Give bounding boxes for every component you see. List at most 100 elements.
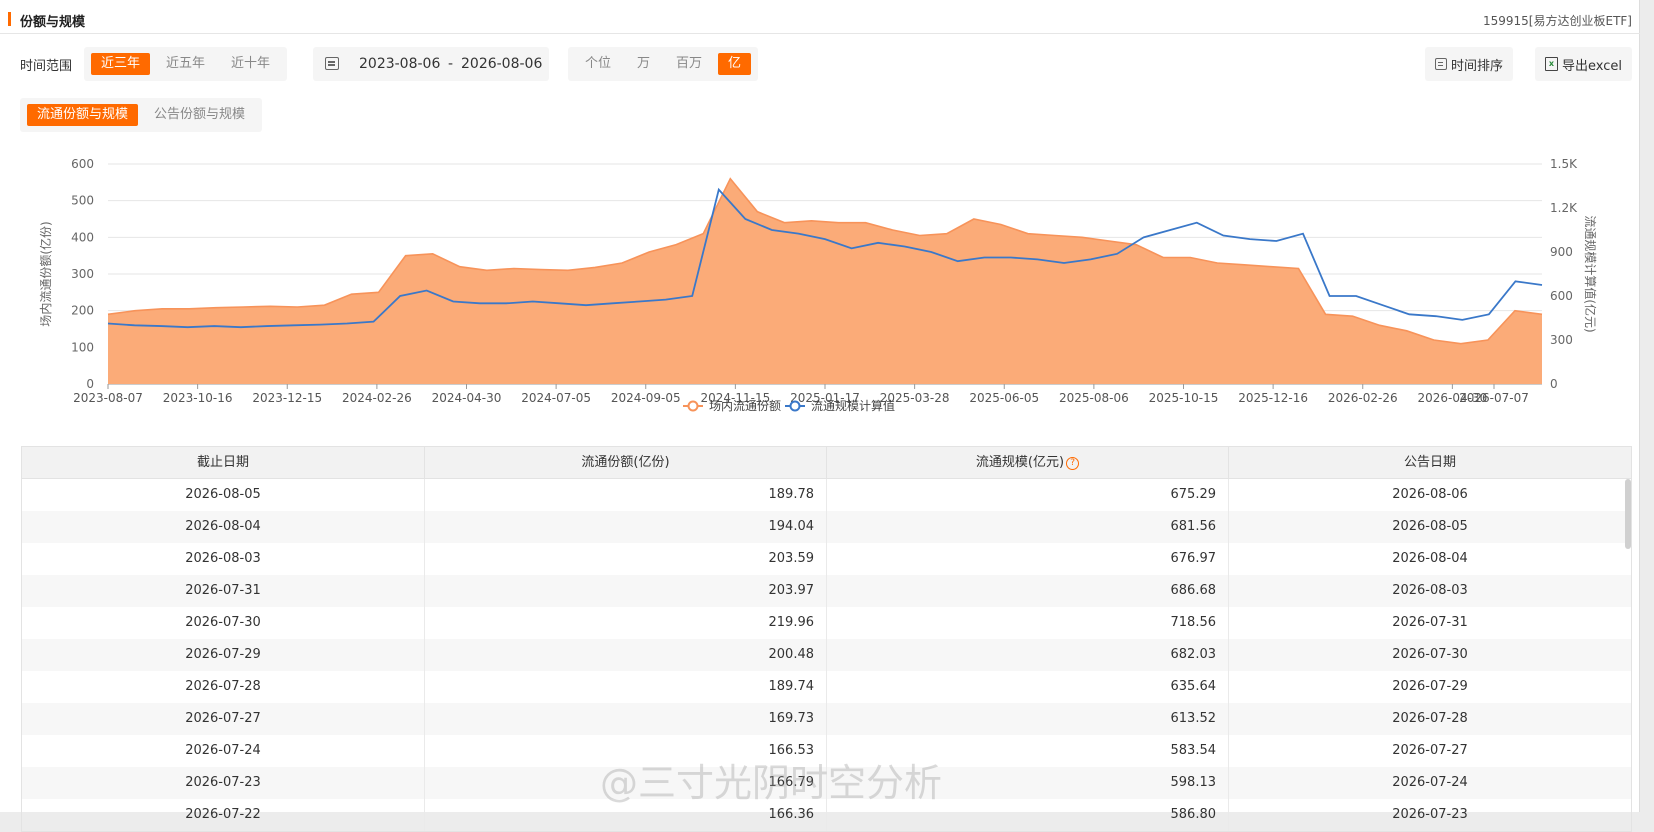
y-tick-right: 0 (1550, 377, 1558, 391)
cell-announce-date: 2026-07-24 (1392, 775, 1468, 790)
time-sort-button[interactable]: 时间排序 (1425, 47, 1514, 81)
panel-title: 份额与规模 (20, 15, 86, 30)
range-option-10y[interactable]: 近十年 (221, 53, 280, 75)
x-tick-label: 2025-12-16 (1238, 391, 1308, 405)
table-row[interactable]: 2026-07-30 219.96 718.56 2026-07-31 (22, 607, 1631, 639)
cell-end-date: 2026-08-05 (22, 479, 425, 511)
unit-option-ones[interactable]: 个位 (575, 53, 621, 75)
y-tick-left: 300 (71, 267, 94, 281)
cell-announce-date: 2026-07-27 (1392, 743, 1468, 758)
date-start: 2023-08-06 (359, 56, 441, 72)
x-tick-label: 2025-08-06 (1059, 391, 1129, 405)
header-accent-bar (8, 12, 11, 26)
cell-announce-date: 2026-07-30 (1392, 647, 1468, 662)
table-row[interactable]: 2026-08-03 203.59 676.97 2026-08-04 (22, 543, 1631, 575)
unit-option-yi[interactable]: 亿 (718, 53, 752, 75)
cell-announce-date: 2026-08-03 (1392, 583, 1468, 598)
panel-header: 份额与规模 159915[易方达创业板ETF] (0, 4, 1640, 34)
cell-end-date: 2026-07-31 (22, 575, 425, 607)
date-range-picker[interactable]: 2023-08-06 - 2026-08-06 (313, 47, 549, 81)
table-row[interactable]: 2026-07-31 203.97 686.68 2026-08-03 (22, 575, 1631, 607)
table-row[interactable]: 2026-07-27 169.73 613.52 2026-07-28 (22, 703, 1631, 735)
y-tick-left: 0 (86, 377, 94, 391)
chart-series (107, 177, 1543, 384)
x-tick-label: 2024-07-05 (521, 391, 591, 405)
cell-scale: 681.56 (827, 511, 1229, 543)
chart-legend: 场内流通份额 流通规模计算值 (683, 398, 895, 413)
col-scale[interactable]: 流通规模(亿元)? (827, 447, 1229, 478)
export-excel-button[interactable]: x 导出excel (1535, 47, 1632, 81)
cell-share: 203.97 (425, 575, 827, 607)
table-header: 截止日期 流通份额(亿份) 流通规模(亿元)? 公告日期 (22, 447, 1631, 479)
x-tick-label: 2024-04-30 (432, 391, 502, 405)
tab-announced[interactable]: 公告份额与规模 (144, 104, 255, 126)
y-tick-left: 400 (71, 230, 94, 244)
cell-share: 200.48 (425, 639, 827, 671)
calendar-icon (325, 57, 339, 70)
col-scale-label: 流通规模(亿元) (975, 455, 1065, 470)
x-tick-label: 2026-07-07 (1459, 391, 1529, 405)
y-tick-right: 1.2K (1550, 201, 1578, 215)
cell-share: 189.78 (425, 479, 827, 511)
time-sort-label: 时间排序 (1451, 58, 1504, 74)
unit-group: 个位 万 百万 亿 (568, 47, 759, 81)
legend-scale-label: 流通规模计算值 (811, 398, 895, 413)
x-axis: 2023-08-07 2023-10-16 2023-12-15 2024-02-26… (73, 383, 1542, 405)
y-tick-left: 600 (71, 157, 94, 171)
cell-end-date: 2026-07-28 (22, 671, 425, 703)
cell-announce-date: 2026-07-31 (1392, 615, 1468, 630)
cell-share: 203.59 (425, 543, 827, 575)
share-scale-panel: 份额与规模 159915[易方达创业板ETF] 时间范围 近三年 近五年 近十年… (0, 0, 1640, 832)
cell-announce-date: 2026-07-29 (1392, 679, 1468, 694)
x-tick-label: 2026-02-26 (1328, 391, 1398, 405)
cell-share: 189.74 (425, 671, 827, 703)
range-option-5y[interactable]: 近五年 (156, 53, 215, 75)
cell-announce-date: 2026-08-06 (1392, 487, 1468, 502)
cell-end-date: 2026-07-30 (22, 607, 425, 639)
cell-end-date: 2026-07-22 (22, 799, 425, 831)
cell-scale: 718.56 (827, 607, 1229, 639)
legend-share-label: 场内流通份额 (709, 399, 781, 413)
cell-end-date: 2026-08-03 (22, 543, 425, 575)
cell-scale: 613.52 (827, 703, 1229, 735)
col-announce-date[interactable]: 公告日期 (1229, 447, 1631, 478)
watermark: @三寸光阴时空分析 (600, 761, 943, 805)
table-scrollbar[interactable] (1625, 479, 1631, 549)
y-tick-right: 1.5K (1550, 157, 1578, 171)
cell-announce-date: 2026-07-28 (1392, 711, 1468, 726)
cell-announce-date: 2026-07-23 (1392, 807, 1468, 822)
table-row[interactable]: 2026-08-05 189.78 675.29 2026-08-06 (22, 479, 1631, 511)
col-share[interactable]: 流通份额(亿份) (425, 447, 827, 478)
table-row[interactable]: 2026-07-28 189.74 635.64 2026-07-29 (22, 671, 1631, 703)
y-tick-left: 100 (71, 340, 94, 354)
help-icon[interactable]: ? (1066, 457, 1080, 470)
sort-icon (1435, 58, 1447, 70)
fund-code: 159915[易方达创业板ETF] (1483, 14, 1632, 28)
date-separator: - (448, 56, 454, 72)
y-axis-title-right: 流通规模计算值(亿元) (1583, 215, 1598, 332)
col-end-date[interactable]: 截止日期 (22, 447, 425, 478)
cell-end-date: 2026-08-04 (22, 511, 425, 543)
x-tick-label: 2023-10-16 (163, 391, 233, 405)
cell-share: 219.96 (425, 607, 827, 639)
cell-scale: 682.03 (827, 639, 1229, 671)
table-row[interactable]: 2026-08-04 194.04 681.56 2026-08-05 (22, 511, 1631, 543)
x-tick-label: 2024-02-26 (342, 391, 412, 405)
legend-share-marker (687, 400, 699, 412)
cell-announce-date: 2026-08-05 (1392, 519, 1468, 534)
tab-circulating[interactable]: 流通份额与规模 (27, 104, 139, 126)
range-option-3y[interactable]: 近三年 (91, 53, 151, 75)
chart-tabs: 流通份额与规模 公告份额与规模 (20, 98, 263, 132)
legend-scale-marker (789, 400, 801, 412)
cell-share: 194.04 (425, 511, 827, 543)
excel-icon: x (1545, 57, 1558, 71)
y-axis-right: 0 300 600 900 1.2K 1.5K (1550, 157, 1578, 391)
x-tick-label: 2025-10-15 (1149, 391, 1219, 405)
x-tick-label: 2023-08-07 (73, 391, 143, 405)
table-row[interactable]: 2026-07-29 200.48 682.03 2026-07-30 (22, 639, 1631, 671)
y-tick-left: 200 (71, 304, 94, 318)
cell-scale: 675.29 (827, 479, 1229, 511)
unit-option-wan[interactable]: 万 (627, 53, 660, 75)
unit-option-million[interactable]: 百万 (666, 53, 712, 75)
cell-announce-date: 2026-08-04 (1392, 551, 1468, 566)
